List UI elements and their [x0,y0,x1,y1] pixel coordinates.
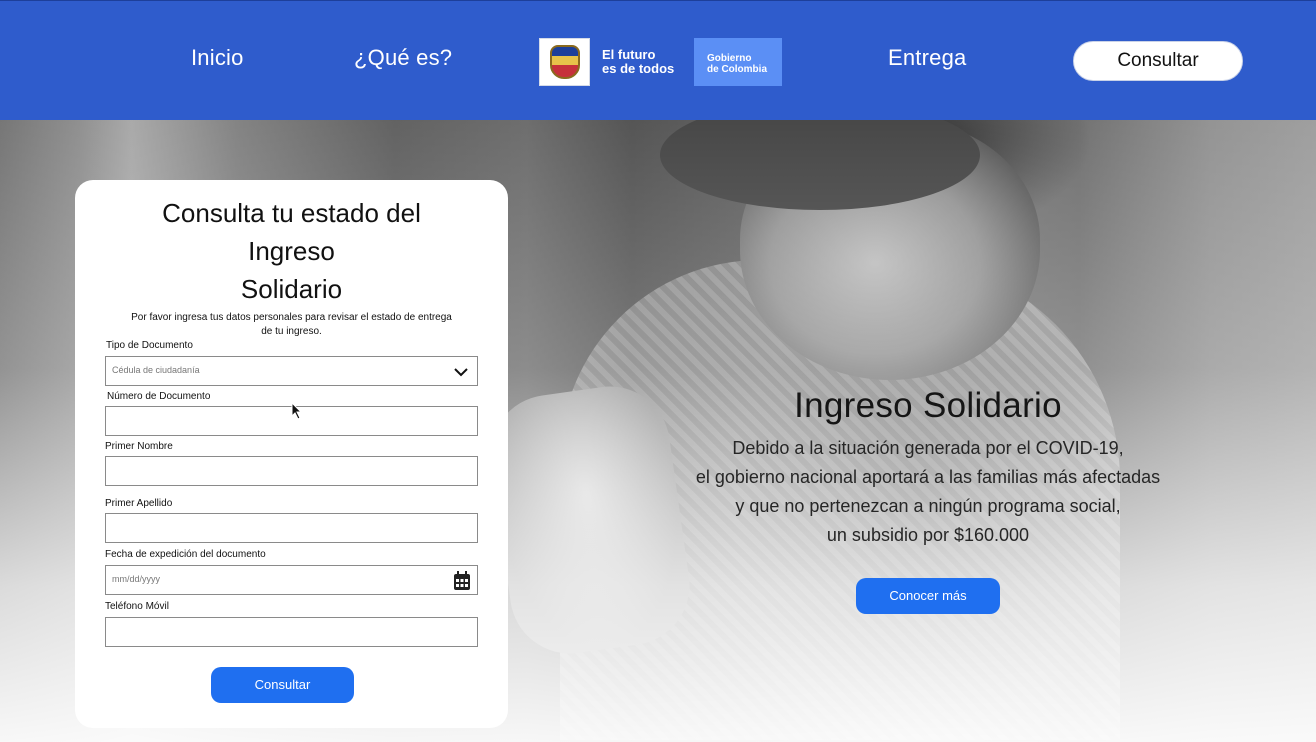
hero-description: Debido a la situación generada por el CO… [695,438,1161,545]
nav-link-entrega[interactable]: Entrega [888,45,966,71]
mouse-cursor-icon [291,402,303,420]
issue-date-label: Fecha de expedición del documento [105,549,266,560]
gobierno-de-colombia-badge: Gobierno de Colombia [694,38,782,86]
issue-date-input[interactable]: mm/dd/yyyy [105,565,478,595]
government-logo[interactable]: El futuro es de todos Gobierno de Colomb… [539,38,782,86]
first-name-input[interactable] [105,456,478,486]
issue-date-placeholder: mm/dd/yyyy [112,574,161,584]
chevron-down-icon [454,368,468,377]
document-type-select[interactable]: Cédula de ciudadanía [105,356,478,386]
form-subtitle: Por favor ingresa tus datos personales p… [131,312,452,337]
nav-link-inicio[interactable]: Inicio [191,45,244,71]
calendar-icon[interactable] [453,571,471,591]
mobile-phone-label: Teléfono Móvil [105,601,169,612]
first-name-label: Primer Nombre [105,441,173,452]
document-type-label: Tipo de Documento [106,340,193,351]
mobile-phone-input[interactable] [105,617,478,647]
consulta-form-card: Consulta tu estado del Ingreso Solidario… [75,180,508,728]
top-navigation-bar: Inicio ¿Qué es? El futuro es de todos Go… [0,0,1316,120]
document-number-label: Número de Documento [107,391,211,402]
last-name-input[interactable] [105,513,478,543]
colombia-coat-of-arms-icon [539,38,590,86]
hero-title: Ingreso Solidario [794,386,1062,425]
nav-link-que-es[interactable]: ¿Qué es? [354,45,452,71]
form-consultar-button[interactable]: Consultar [211,667,354,703]
document-type-value: Cédula de ciudadanía [112,365,200,375]
conocer-mas-button[interactable]: Conocer más [856,578,1000,614]
form-title: Consulta tu estado del Ingreso Solidario [162,198,421,304]
last-name-label: Primer Apellido [105,498,173,509]
slogan-text: El futuro es de todos [602,47,675,76]
hero-text-block: Ingreso Solidario Debido a la situación … [680,386,1176,550]
header-consultar-button[interactable]: Consultar [1073,41,1243,81]
